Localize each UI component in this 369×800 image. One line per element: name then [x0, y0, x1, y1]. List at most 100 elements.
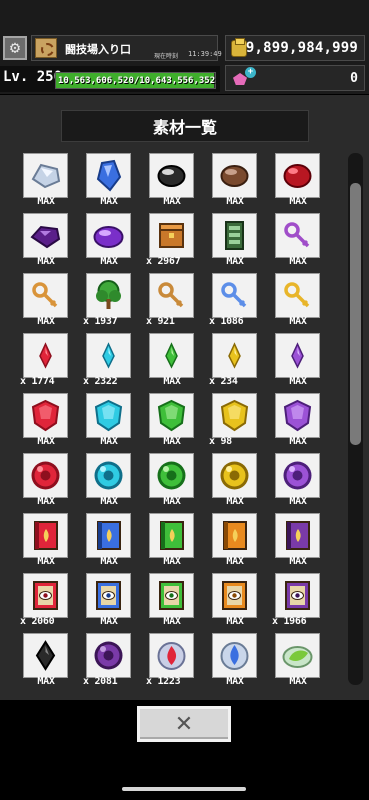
- material-slot[interactable]: x 921: [144, 273, 194, 333]
- material-slot[interactable]: MAX: [81, 573, 131, 633]
- material-slot[interactable]: MAX: [207, 633, 257, 685]
- material-slot[interactable]: MAX: [18, 633, 68, 685]
- black-ore-icon: [149, 153, 194, 198]
- material-slot[interactable]: MAX: [270, 333, 320, 393]
- material-slot[interactable]: MAX: [18, 453, 68, 513]
- material-slot[interactable]: x 98: [207, 393, 257, 453]
- material-slot[interactable]: MAX: [81, 453, 131, 513]
- material-slot[interactable]: MAX: [144, 153, 194, 213]
- home-indicator[interactable]: [122, 787, 246, 791]
- material-slot[interactable]: x 2322: [81, 333, 131, 393]
- material-slot[interactable]: x 2967: [144, 213, 194, 273]
- material-slot[interactable]: MAX: [18, 513, 68, 573]
- close-button[interactable]: ✕: [137, 706, 231, 742]
- material-slot[interactable]: MAX: [270, 153, 320, 213]
- material-slot[interactable]: x 1966: [270, 573, 320, 633]
- material-count: MAX: [163, 436, 181, 447]
- blue-crystal-icon: [86, 153, 131, 198]
- material-slot[interactable]: MAX: [144, 333, 194, 393]
- scrollbar[interactable]: [348, 153, 363, 685]
- gold-value: 9,899,984,999: [245, 40, 358, 56]
- settings-button[interactable]: ⚙: [3, 36, 27, 60]
- material-slot[interactable]: MAX: [207, 513, 257, 573]
- material-slot[interactable]: MAX: [18, 213, 68, 273]
- material-slot[interactable]: MAX: [270, 273, 320, 333]
- green-eye-book-icon: [149, 573, 194, 618]
- material-slot[interactable]: MAX: [144, 573, 194, 633]
- cyan-shard-icon: [86, 333, 131, 378]
- purple-key-icon: [275, 213, 320, 258]
- material-slot[interactable]: MAX: [144, 513, 194, 573]
- material-slot[interactable]: MAX: [207, 453, 257, 513]
- location-panel[interactable]: 闘技場入り口 現在時刻 11:39:49: [31, 35, 222, 61]
- gem-value: 0: [350, 71, 358, 86]
- material-slot[interactable]: MAX: [81, 153, 131, 213]
- material-count: x 1937: [83, 316, 118, 327]
- yellow-shard-icon: [212, 333, 257, 378]
- material-count: MAX: [100, 616, 118, 627]
- material-grid[interactable]: MAX MAX MAX MAX MAX MAX MAX x 2967 MAX MAX MAX x 19…: [18, 153, 340, 685]
- material-slot[interactable]: x 1223: [144, 633, 194, 685]
- material-slot[interactable]: x 2081: [81, 633, 131, 685]
- material-slot[interactable]: MAX: [81, 213, 131, 273]
- material-count: x 1223: [146, 676, 181, 685]
- map-icon: [35, 38, 57, 58]
- red-ore-icon: [275, 153, 320, 198]
- purple-book-icon: [275, 513, 320, 558]
- time-label: 現在時刻: [154, 53, 179, 60]
- time-value: 11:39:49: [188, 50, 222, 58]
- material-slot[interactable]: MAX: [270, 213, 320, 273]
- material-count: MAX: [100, 256, 118, 267]
- material-slot[interactable]: MAX: [18, 273, 68, 333]
- material-count: MAX: [37, 436, 55, 447]
- material-count: x 2967: [146, 256, 181, 267]
- material-count: MAX: [289, 496, 307, 507]
- plus-icon[interactable]: +: [245, 67, 256, 78]
- material-count: x 1966: [272, 616, 307, 627]
- red-orb-icon: [23, 453, 68, 498]
- material-count: MAX: [37, 196, 55, 207]
- material-slot[interactable]: MAX: [207, 213, 257, 273]
- green-tablet-icon: [212, 213, 257, 258]
- material-slot[interactable]: MAX: [81, 513, 131, 573]
- water-stone-icon: [212, 633, 257, 678]
- material-count: MAX: [100, 196, 118, 207]
- material-count: MAX: [163, 556, 181, 567]
- material-slot[interactable]: MAX: [270, 393, 320, 453]
- material-count: MAX: [289, 256, 307, 267]
- material-slot[interactable]: x 1086: [207, 273, 257, 333]
- orange-eye-book-icon: [212, 573, 257, 618]
- material-count: MAX: [226, 616, 244, 627]
- material-slot[interactable]: x 2060: [18, 573, 68, 633]
- material-count: MAX: [100, 436, 118, 447]
- silver-ore-icon: [23, 153, 68, 198]
- material-slot[interactable]: MAX: [207, 153, 257, 213]
- material-slot[interactable]: MAX: [18, 393, 68, 453]
- material-slot[interactable]: x 234: [207, 333, 257, 393]
- scrollbar-thumb[interactable]: [350, 183, 361, 445]
- material-slot[interactable]: x 1774: [18, 333, 68, 393]
- material-slot[interactable]: MAX: [270, 513, 320, 573]
- bronze-key-icon: [23, 273, 68, 318]
- material-count: MAX: [163, 376, 181, 387]
- material-slot[interactable]: MAX: [144, 393, 194, 453]
- material-slot[interactable]: MAX: [270, 633, 320, 685]
- material-slot[interactable]: MAX: [81, 393, 131, 453]
- material-slot[interactable]: MAX: [144, 453, 194, 513]
- material-slot[interactable]: x 1937: [81, 273, 131, 333]
- material-slot[interactable]: MAX: [207, 573, 257, 633]
- green-book-icon: [149, 513, 194, 558]
- material-count: MAX: [289, 436, 307, 447]
- yellow-orb-icon: [212, 453, 257, 498]
- material-count: MAX: [100, 496, 118, 507]
- green-orb-icon: [149, 453, 194, 498]
- gem-panel[interactable]: + 0: [225, 65, 365, 91]
- red-eye-book-icon: [23, 573, 68, 618]
- material-count: MAX: [37, 556, 55, 567]
- material-slot[interactable]: MAX: [18, 153, 68, 213]
- material-slot[interactable]: MAX: [270, 453, 320, 513]
- green-shard-icon: [149, 333, 194, 378]
- material-count: MAX: [289, 556, 307, 567]
- material-count: MAX: [100, 556, 118, 567]
- purple-ore-icon: [23, 213, 68, 258]
